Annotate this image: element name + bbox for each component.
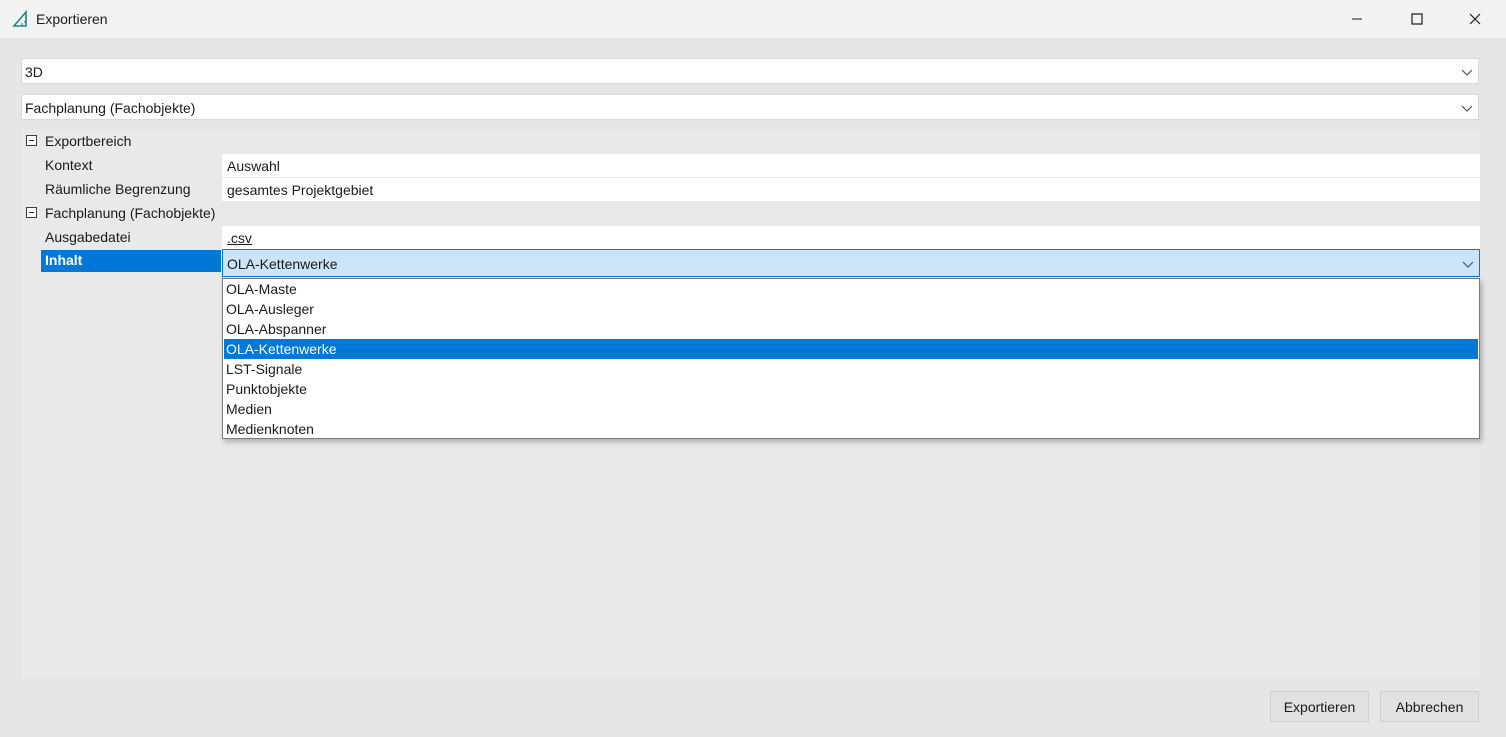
format-select-value: 3D [25,64,43,80]
property-label: Räumliche Begrenzung [45,181,191,197]
mode-select-value: Fachplanung (Fachobjekte) [25,100,196,116]
close-button[interactable] [1446,0,1504,38]
property-row-ausgabedatei[interactable]: Ausgabedatei .csv [21,226,1480,250]
dropdown-option[interactable]: OLA-Maste [224,279,1478,299]
collapse-icon[interactable] [26,207,37,218]
window-title: Exportieren [36,11,108,27]
dropdown-option[interactable]: OLA-Ausleger [224,299,1478,319]
inhalt-select[interactable]: OLA-Kettenwerke [222,249,1480,277]
property-value[interactable]: Auswahl [222,154,1480,177]
group-label: Exportbereich [45,133,132,149]
maximize-button[interactable] [1388,0,1446,38]
dropdown-option[interactable]: Punktobjekte [224,379,1478,399]
dropdown-option[interactable]: LST-Signale [224,359,1478,379]
cancel-button[interactable]: Abbrechen [1380,691,1479,722]
property-value[interactable]: .csv [222,226,1480,249]
mode-select[interactable]: Fachplanung (Fachobjekte) [21,94,1479,120]
chevron-down-icon [1461,69,1473,76]
format-select[interactable]: 3D [21,58,1479,84]
chevron-down-icon [1462,261,1474,268]
export-button[interactable]: Exportieren [1270,691,1369,722]
dropdown-option-selected[interactable]: OLA-Kettenwerke [224,339,1478,359]
minimize-icon [1352,18,1362,20]
title-bar: Exportieren [0,0,1506,39]
group-exportbereich: Exportbereich [21,129,1480,153]
triangle-ruler-icon [12,10,27,27]
property-label-inhalt[interactable]: Inhalt [41,250,221,272]
property-label: Ausgabedatei [45,229,131,245]
chevron-down-icon [1461,105,1473,112]
property-row-kontext[interactable]: Kontext Auswahl [21,154,1480,178]
dropdown-option[interactable]: OLA-Abspanner [224,319,1478,339]
maximize-icon [1411,13,1423,25]
group-fachplanung: Fachplanung (Fachobjekte) [21,201,1480,225]
dropdown-option[interactable]: Medien [224,399,1478,419]
property-value[interactable]: gesamtes Projektgebiet [222,178,1480,201]
group-label: Fachplanung (Fachobjekte) [45,205,216,221]
close-icon [1469,13,1481,25]
inhalt-select-value: OLA-Kettenwerke [227,256,338,272]
property-label: Kontext [45,157,93,173]
property-row-raeumliche-begrenzung[interactable]: Räumliche Begrenzung gesamtes Projektgeb… [21,178,1480,202]
collapse-icon[interactable] [26,135,37,146]
minimize-button[interactable] [1328,0,1386,38]
dropdown-option[interactable]: Medienknoten [224,419,1478,439]
inhalt-dropdown-list: OLA-Maste OLA-Ausleger OLA-Abspanner OLA… [222,278,1480,439]
